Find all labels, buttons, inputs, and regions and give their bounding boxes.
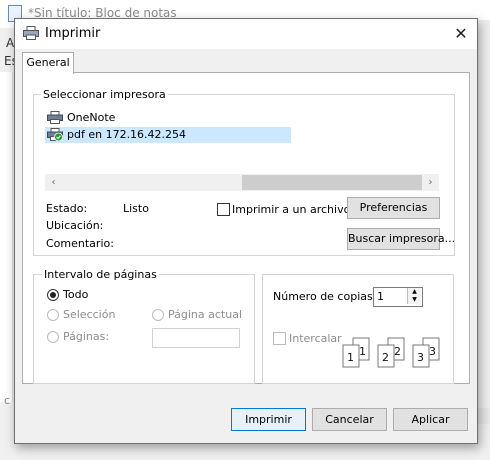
find-printer-button[interactable]: Buscar impresora... bbox=[347, 228, 455, 250]
apply-button[interactable]: Aplicar bbox=[393, 408, 468, 431]
select-printer-legend: Seleccionar impresora bbox=[41, 88, 168, 101]
preferences-button[interactable]: Preferencias bbox=[347, 197, 440, 219]
status-label: Estado: bbox=[46, 202, 88, 215]
notepad-status-fragment: c bbox=[4, 394, 11, 407]
page-range-legend: Intervalo de páginas bbox=[42, 268, 159, 281]
collate-page-label: 2 bbox=[394, 345, 401, 358]
print-to-file-label[interactable]: Imprimir a un archivo bbox=[232, 203, 350, 216]
range-all-radio[interactable] bbox=[47, 289, 59, 301]
copies-label: Número de copias: bbox=[273, 290, 377, 303]
dialog-title: Imprimir bbox=[45, 26, 101, 41]
printer-name: pdf en 172.16.42.254 bbox=[67, 128, 187, 141]
printer-list-scrollbar[interactable]: ‹ › bbox=[45, 174, 439, 191]
scroll-left-icon[interactable]: ‹ bbox=[45, 174, 62, 191]
notepad-menu-fragment[interactable]: A bbox=[6, 36, 14, 50]
printer-name: OneNote bbox=[67, 111, 116, 124]
collate-checkbox[interactable] bbox=[273, 332, 286, 345]
collate-page-label: 2 bbox=[382, 351, 389, 364]
collate-label[interactable]: Intercalar bbox=[289, 332, 342, 345]
tab-general[interactable]: General bbox=[22, 52, 74, 74]
range-current-page-label[interactable]: Página actual bbox=[168, 308, 242, 321]
printer-icon bbox=[47, 111, 63, 124]
pages-input[interactable] bbox=[152, 328, 240, 348]
notepad-right-edge bbox=[477, 20, 490, 430]
network-printer-default-icon bbox=[47, 128, 63, 141]
range-selection-radio[interactable] bbox=[47, 309, 59, 321]
notepad-edit-area[interactable] bbox=[0, 72, 13, 402]
dialog-titlebar: Imprimir ✕ bbox=[15, 19, 477, 49]
collate-illustration: 1 1 2 2 3 3 bbox=[342, 337, 440, 368]
close-icon[interactable]: ✕ bbox=[445, 19, 477, 49]
copies-value[interactable]: 1 bbox=[377, 290, 384, 303]
status-value: Listo bbox=[123, 202, 149, 215]
range-current-page-radio[interactable] bbox=[152, 309, 164, 321]
printer-icon bbox=[23, 26, 39, 40]
printer-item-onenote[interactable]: OneNote bbox=[45, 110, 267, 126]
range-pages-label[interactable]: Páginas: bbox=[63, 330, 109, 343]
collate-page-label: 3 bbox=[417, 351, 424, 364]
collate-page-label: 1 bbox=[347, 351, 354, 364]
location-label: Ubicación: bbox=[46, 219, 104, 232]
collate-page-label: 3 bbox=[429, 345, 436, 358]
collate-page-label: 1 bbox=[359, 345, 366, 358]
scrollbar-thumb[interactable] bbox=[242, 175, 422, 190]
range-pages-radio[interactable] bbox=[47, 331, 59, 343]
range-all-label[interactable]: Todo bbox=[63, 288, 88, 301]
printer-list[interactable]: OneNote pdf en 172.16.42.254 bbox=[45, 108, 439, 174]
print-to-file-checkbox[interactable] bbox=[217, 203, 230, 216]
printer-item-pdf[interactable]: pdf en 172.16.42.254 bbox=[45, 127, 291, 143]
spin-down-icon[interactable]: ▼ bbox=[407, 296, 421, 304]
print-button[interactable]: Imprimir bbox=[231, 408, 306, 431]
comment-label: Comentario: bbox=[46, 237, 114, 250]
range-selection-label[interactable]: Selección bbox=[63, 308, 115, 321]
spin-up-icon[interactable]: ▲ bbox=[407, 288, 421, 296]
cancel-button[interactable]: Cancelar bbox=[312, 408, 387, 431]
radio-selected-dot bbox=[50, 292, 56, 298]
scroll-right-icon[interactable]: › bbox=[422, 174, 439, 191]
